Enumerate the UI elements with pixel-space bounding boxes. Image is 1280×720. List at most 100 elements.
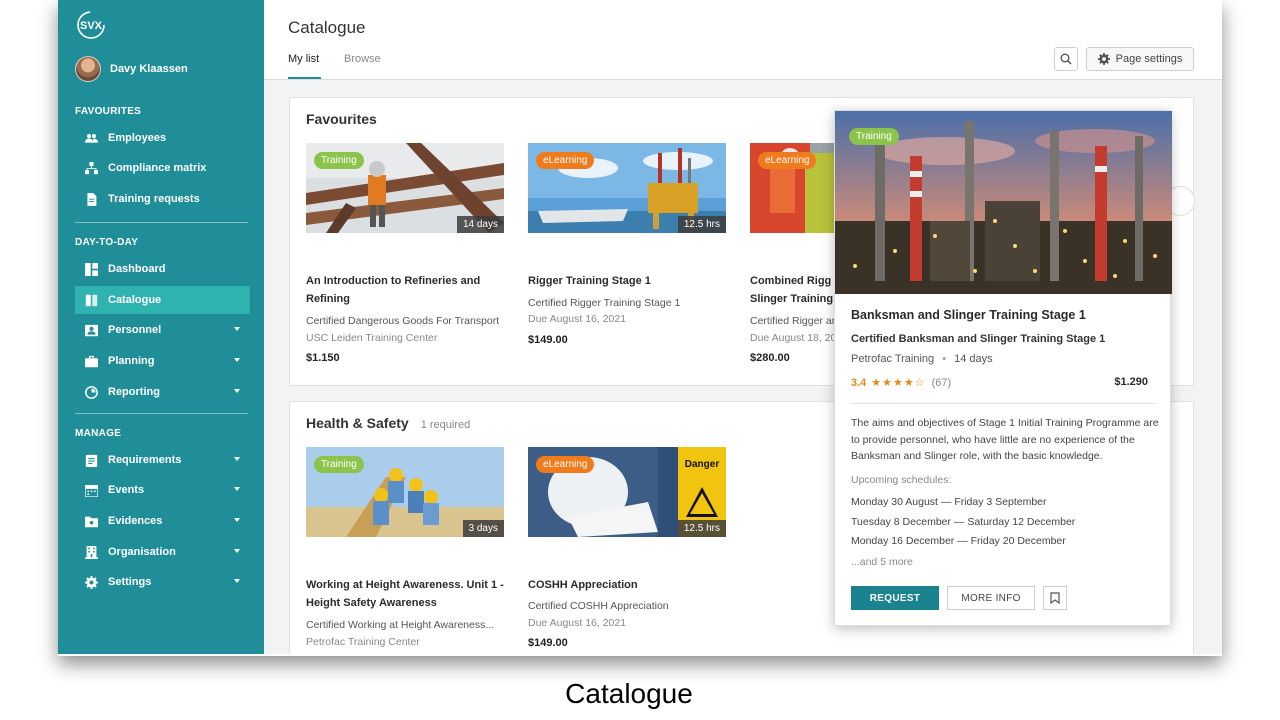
user-profile[interactable]: Davy Klaassen xyxy=(75,56,188,82)
sidebar-item-label: Requirements xyxy=(108,454,182,466)
sidebar-item-organisation[interactable]: Organisation xyxy=(75,538,250,566)
course-image: Training xyxy=(835,111,1172,294)
sidebar-item-training-requests[interactable]: Training requests xyxy=(75,185,250,213)
course-meta: Petrofac Training • 14 days xyxy=(851,353,993,365)
slide-caption: Catalogue xyxy=(565,678,693,709)
users-icon xyxy=(84,131,98,145)
svg-text:Danger: Danger xyxy=(685,459,720,470)
sidebar-item-label: Catalogue xyxy=(108,294,162,306)
logo-text: SVX xyxy=(80,20,103,32)
panel-title-text: Health & Safety xyxy=(306,415,409,431)
schedule-item: Monday 30 August — Friday 3 September xyxy=(851,496,1047,508)
course-duration: 14 days xyxy=(954,353,993,365)
course-certification: Certified Banksman and Slinger Training … xyxy=(851,333,1106,345)
star-rating-icon: ★★★★☆ xyxy=(871,377,926,389)
sidebar-item-personnel[interactable]: Personnel xyxy=(75,316,250,344)
sidebar-item-compliance-matrix[interactable]: Compliance matrix xyxy=(75,154,250,182)
more-info-button[interactable]: MORE INFO xyxy=(947,586,1035,610)
separator-dot: • xyxy=(942,353,947,365)
course-image: Training 3 days xyxy=(306,447,504,537)
sidebar-item-reporting[interactable]: Reporting xyxy=(75,378,250,406)
course-type-tag: Training xyxy=(314,456,364,473)
folder-icon xyxy=(84,514,98,528)
hierarchy-icon xyxy=(84,161,98,175)
sidebar-item-label: Personnel xyxy=(108,324,162,336)
course-certification: Certified Working at Height Awareness... xyxy=(306,619,495,631)
svx-logo[interactable]: SVX xyxy=(76,10,106,40)
tab-browse[interactable]: Browse xyxy=(344,53,381,65)
calendar-icon xyxy=(84,483,98,497)
sidebar-item-label: Planning xyxy=(108,355,155,367)
gear-icon xyxy=(1097,53,1110,65)
bookmark-button[interactable] xyxy=(1043,586,1067,610)
sidebar-item-requirements[interactable]: Requirements xyxy=(75,446,250,474)
tab-my-list[interactable]: My list xyxy=(288,53,319,65)
course-due-date: Due August 16, 2021 xyxy=(528,617,627,629)
course-card[interactable]: Training 3 days Working at Height Awaren… xyxy=(306,447,504,654)
course-certification: Certified COSHH Appreciation xyxy=(528,600,669,612)
sidebar-item-planning[interactable]: Planning xyxy=(75,347,250,375)
panel-title: Favourites xyxy=(306,111,377,127)
gear-icon xyxy=(84,575,98,589)
sidebar-item-settings[interactable]: Settings xyxy=(75,568,250,596)
sidebar-item-label: Events xyxy=(108,484,145,496)
section-title-favourites: FAVOURITES xyxy=(75,106,142,117)
course-certification: Certified Dangerous Goods For Transport xyxy=(306,315,500,327)
sidebar-item-dashboard[interactable]: Dashboard xyxy=(75,255,250,283)
page-header: Catalogue My list Browse Page settings xyxy=(264,0,1222,80)
request-button[interactable]: REQUEST xyxy=(851,586,939,610)
sidebar-item-label: Employees xyxy=(108,132,167,144)
sidebar-item-label: Evidences xyxy=(108,515,163,527)
course-title: Combined Rigg Slinger Training xyxy=(750,275,834,305)
clipboard-icon xyxy=(84,453,98,467)
sidebar-item-events[interactable]: Events xyxy=(75,476,250,504)
course-price: $1.290 xyxy=(1114,376,1148,388)
sidebar-item-label: Training requests xyxy=(108,193,200,205)
course-type-tag: Training xyxy=(314,152,364,169)
course-title: COSHH Appreciation xyxy=(528,579,638,591)
course-provider: USC Leiden Training Center xyxy=(306,332,438,344)
upcoming-schedules-label: Upcoming schedules: xyxy=(851,474,952,486)
course-type-tag: eLearning xyxy=(536,456,595,473)
duration-badge: 14 days xyxy=(456,216,504,233)
search-button[interactable] xyxy=(1054,47,1078,71)
review-count: (67) xyxy=(931,376,952,389)
course-price: $1.150 xyxy=(306,352,340,364)
chevron-down-icon xyxy=(234,358,240,362)
sidebar-item-evidences[interactable]: Evidences xyxy=(75,507,250,535)
sidebar-item-employees[interactable]: Employees xyxy=(75,124,250,152)
course-title: Rigger Training Stage 1 xyxy=(528,275,651,287)
page-settings-button[interactable]: Page settings xyxy=(1086,47,1194,71)
page-settings-label: Page settings xyxy=(1115,53,1183,65)
rating-value: 3.4 xyxy=(851,376,867,389)
section-title-day-to-day: DAY-TO-DAY xyxy=(75,237,139,248)
course-image: Danger eLearning 12.5 hrs xyxy=(528,447,726,537)
course-card[interactable]: eLearning 12.5 hrs Rigger Training Stage… xyxy=(528,143,726,373)
document-icon xyxy=(84,192,98,206)
building-icon xyxy=(84,545,98,559)
course-type-tag: eLearning xyxy=(536,152,595,169)
person-card-icon xyxy=(84,323,98,337)
required-count: 1 required xyxy=(420,419,471,431)
course-detail-popup: Training Banksman and Slinger Training S… xyxy=(834,110,1172,626)
course-title: An Introduction to Refineries and Refini… xyxy=(306,275,481,305)
bookmark-icon xyxy=(1050,592,1060,604)
sidebar-item-label: Compliance matrix xyxy=(108,162,207,174)
course-card[interactable]: Training 14 days An Introduction to Refi… xyxy=(306,143,504,373)
course-price: $149.00 xyxy=(528,334,568,346)
duration-badge: 12.5 hrs xyxy=(677,520,726,537)
chevron-down-icon xyxy=(234,487,240,491)
course-title: Banksman and Slinger Training Stage 1 xyxy=(851,308,1086,322)
course-due-date: Due August 16, 2021 xyxy=(528,313,627,325)
sidebar-item-label: Dashboard xyxy=(108,263,166,275)
course-provider: Petrofac Training xyxy=(851,353,935,365)
course-provider: Petrofac Training Center xyxy=(306,636,420,648)
user-name: Davy Klaassen xyxy=(110,63,188,75)
sidebar-item-catalogue[interactable]: Catalogue xyxy=(75,286,250,314)
more-schedules-link[interactable]: ...and 5 more xyxy=(851,556,913,568)
sidebar-item-label: Settings xyxy=(108,576,152,588)
chevron-down-icon xyxy=(234,457,240,461)
sidebar-item-label: Reporting xyxy=(108,386,160,398)
course-type-tag: Training xyxy=(849,128,899,145)
course-card[interactable]: Danger eLearning 12.5 hrs COSHH Apprecia… xyxy=(528,447,726,654)
